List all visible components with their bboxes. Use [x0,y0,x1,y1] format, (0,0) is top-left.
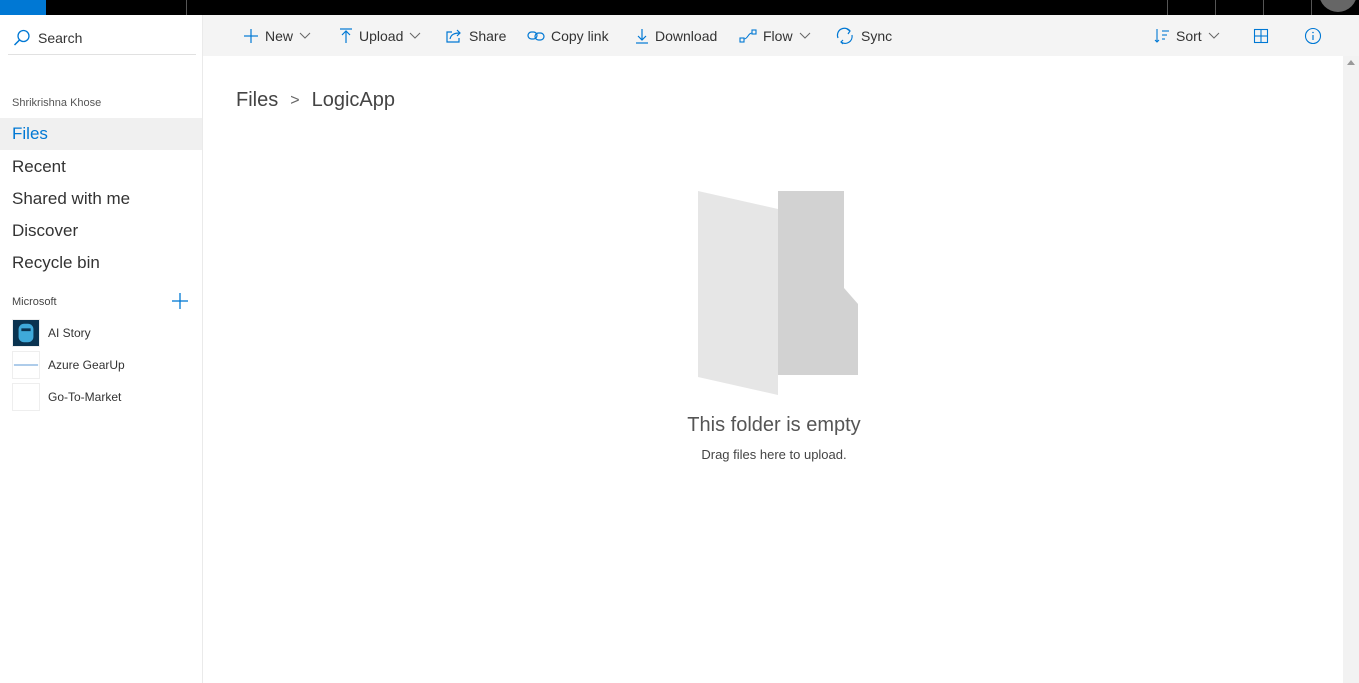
suite-bar-divider [1215,0,1216,15]
upload-icon [340,27,352,43]
nav-item-shared-with-me[interactable]: Shared with me [0,183,202,215]
chevron-down-icon [410,32,421,39]
add-site-icon[interactable] [170,291,190,311]
suite-bar-divider [186,0,187,15]
site-item-go-to-market[interactable]: Go-To-Market [12,383,121,411]
ai-story-thumbnail [12,319,40,347]
breadcrumb-root[interactable]: Files [236,89,278,112]
grid-view-icon [1253,28,1269,43]
download-icon [636,28,648,44]
chevron-down-icon [799,32,810,39]
share-button[interactable]: Share [445,15,506,56]
link-icon [527,30,545,41]
sync-icon [836,27,853,44]
new-button[interactable]: New [243,15,311,56]
share-label: Share [469,27,507,44]
group-label-microsoft: Microsoft [12,296,57,308]
share-icon [446,29,461,43]
breadcrumb: Files > LogicApp [236,89,395,112]
search-label: Search [38,29,83,46]
download-label: Download [655,27,718,44]
nav-item-recent[interactable]: Recent [0,151,202,183]
flow-label: Flow [763,27,793,44]
app-launcher-button[interactable] [0,0,46,15]
info-icon [1304,27,1322,44]
chevron-down-icon [1208,32,1220,39]
sort-label: Sort [1176,27,1202,44]
empty-state-subtitle: Drag files here to upload. [701,447,847,462]
user-name: Shrikrishna Khose [12,97,102,109]
new-label: New [265,27,294,44]
suite-bar [0,0,1359,15]
site-item-ai-story[interactable]: AI Story [12,319,91,347]
breadcrumb-current: LogicApp [311,89,395,111]
command-bar: New Upload Share Copy link Download Flow… [203,15,1359,56]
nav-item-discover[interactable]: Discover [0,215,202,247]
sync-button[interactable]: Sync [835,15,892,56]
left-navigation: Search Shrikrishna Khose Files Recent Sh… [0,15,203,683]
chevron-down-icon [299,32,311,39]
site-label: Go-To-Market [48,390,122,404]
vertical-scrollbar[interactable] [1343,56,1359,683]
copy-link-button[interactable]: Copy link [527,15,609,56]
empty-state-title: This folder is empty [687,414,861,436]
azure-gearup-thumbnail [12,351,40,379]
plus-icon [244,28,258,43]
sync-label: Sync [861,27,893,44]
view-options-button[interactable] [1253,15,1275,56]
main-content: Files > LogicApp This folder is empty Dr… [204,56,1344,683]
download-button[interactable]: Download [635,15,717,56]
sort-icon [1154,28,1169,43]
flow-button[interactable]: Flow [739,15,811,56]
site-label: AI Story [48,326,91,340]
nav-item-recycle-bin[interactable]: Recycle bin [0,247,202,279]
breadcrumb-separator: > [290,91,300,109]
suite-bar-divider [1311,0,1312,15]
copy-link-label: Copy link [551,27,609,44]
empty-folder-icon [698,191,858,395]
suite-bar-divider [1167,0,1168,15]
search-box[interactable]: Search [8,21,196,55]
go-to-market-thumbnail [12,383,40,411]
sort-button[interactable]: Sort [1154,15,1220,56]
flow-icon [739,28,757,43]
suite-bar-divider [1263,0,1264,15]
user-avatar[interactable] [1319,0,1357,12]
site-label: Azure GearUp [48,358,125,372]
site-item-azure-gearup[interactable]: Azure GearUp [12,351,125,379]
upload-button[interactable]: Upload [339,15,421,56]
nav-item-files[interactable]: Files [0,118,202,150]
upload-label: Upload [359,27,404,44]
search-icon [13,29,30,46]
info-pane-button[interactable] [1304,15,1328,56]
scroll-up-arrow-icon[interactable] [1347,60,1355,65]
